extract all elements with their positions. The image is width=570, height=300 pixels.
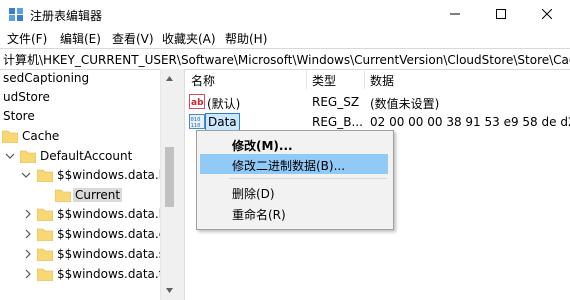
menu-edit[interactable]: 编辑(E) [60, 30, 101, 47]
value-type: REG_SZ [312, 95, 360, 109]
chevron-down-icon[interactable] [4, 150, 16, 162]
column-divider[interactable] [364, 69, 365, 89]
binary-value-icon: 010 110 [189, 114, 205, 129]
close-button[interactable] [524, 0, 570, 28]
chevron-right-icon[interactable] [22, 228, 34, 240]
column-data[interactable]: 数据 [370, 72, 394, 89]
folder-icon [37, 169, 53, 182]
menu-favorites[interactable]: 收藏夹(A) [162, 30, 216, 47]
svg-text:ab: ab [191, 98, 204, 108]
folder-icon [55, 189, 71, 202]
folder-icon [37, 248, 53, 261]
column-type[interactable]: 类型 [312, 72, 336, 89]
chevron-right-icon[interactable] [22, 208, 34, 220]
address-path: 计算机\HKEY_CURRENT_USER\Software\Microsoft… [3, 53, 570, 67]
column-divider[interactable] [306, 69, 307, 89]
maximize-button[interactable] [478, 0, 524, 28]
chevron-down-icon[interactable] [20, 169, 32, 181]
pane-splitter[interactable] [178, 69, 185, 300]
key-tree[interactable]: sedCaptioning udStore Store Cache Defaul… [0, 69, 178, 300]
close-icon [542, 9, 552, 19]
folder-icon [37, 268, 53, 281]
folder-icon [37, 228, 53, 241]
menu-file[interactable]: 文件(F) [7, 30, 47, 47]
scroll-up-icon[interactable] [165, 74, 174, 83]
value-type: REG_B... [312, 115, 363, 129]
folder-icon [37, 208, 53, 221]
scroll-thumb[interactable] [165, 147, 174, 207]
address-bar[interactable]: 计算机\HKEY_CURRENT_USER\Software\Microsoft… [0, 48, 570, 70]
column-name[interactable]: 名称 [191, 72, 215, 89]
menu-item-delete[interactable]: 删除(D) [200, 182, 388, 202]
tree-scrollbar[interactable] [160, 69, 178, 300]
value-row[interactable]: ab (默认) REG_SZ (数值未设置) [185, 92, 570, 112]
menu-bar: 文件(F) 编辑(E) 查看(V) 收藏夹(A) 帮助(H) [0, 28, 570, 48]
string-value-icon: ab [189, 94, 205, 109]
context-menu: 修改(M)... 修改二进制数据(B)... 删除(D) 重命名(R) [196, 130, 394, 230]
menu-help[interactable]: 帮助(H) [225, 30, 267, 47]
menu-item-modify-binary[interactable]: 修改二进制数据(B)... [200, 154, 388, 174]
scroll-down-icon[interactable] [165, 286, 174, 295]
value-row-selected[interactable]: 010 110 Data REG_B... 02 00 00 00 38 91 … [185, 112, 570, 132]
title-bar: 注册表编辑器 [0, 0, 570, 28]
menu-separator [229, 178, 387, 179]
menu-item-modify[interactable]: 修改(M)... [200, 134, 388, 154]
maximize-icon [496, 9, 506, 19]
folder-icon [20, 150, 36, 163]
folder-icon [2, 130, 18, 143]
minimize-button[interactable] [432, 0, 478, 28]
chevron-right-icon[interactable] [22, 268, 34, 280]
menu-item-rename[interactable]: 重命名(R) [200, 203, 388, 223]
window-title: 注册表编辑器 [30, 9, 103, 23]
menu-view[interactable]: 查看(V) [112, 30, 154, 47]
chevron-right-icon[interactable] [22, 248, 34, 260]
value-data: 02 00 00 00 38 91 53 e9 58 de d2 0 [370, 115, 570, 129]
value-data: (数值未设置) [370, 97, 440, 111]
value-name: (默认) [207, 97, 241, 111]
registry-editor-icon [9, 8, 23, 21]
svg-text:110: 110 [191, 123, 201, 129]
minimize-icon [450, 13, 460, 15]
